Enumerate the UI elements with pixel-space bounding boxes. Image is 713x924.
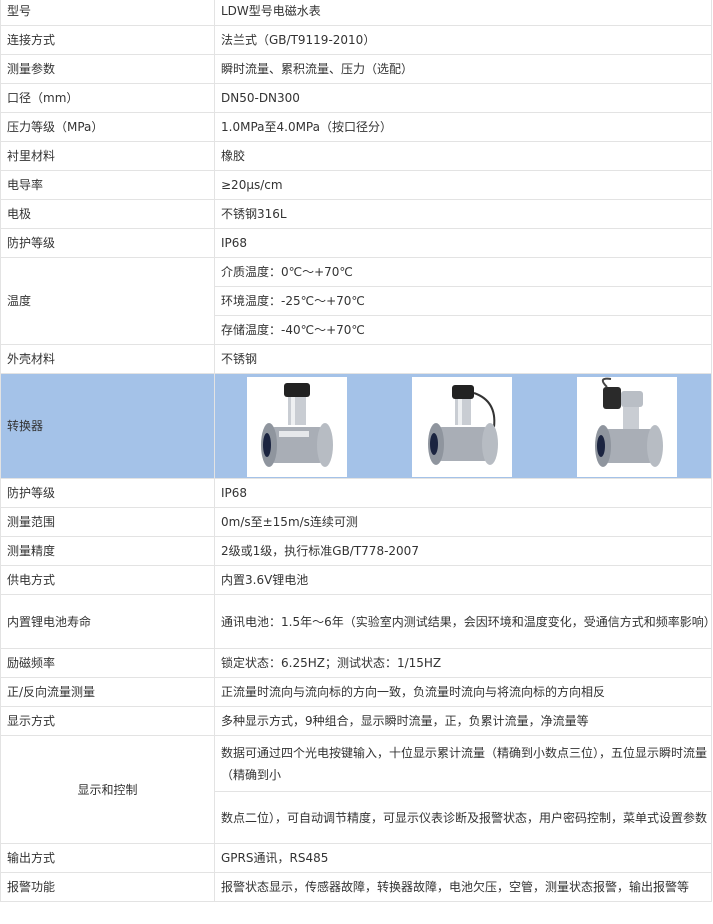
row-label: 测量参数 bbox=[0, 54, 215, 84]
row-label: 型号 bbox=[0, 0, 215, 26]
display-control-value-1: 数据可通过四个光电按键输入，十位显示累计流量（精确到小数点三位），五位显示瞬时流… bbox=[214, 735, 712, 792]
temperature-label: 温度 bbox=[0, 257, 215, 345]
spec-row: 励磁频率 锁定状态：6.25HZ；测试状态：1/15HZ bbox=[0, 648, 712, 678]
spec-row: 口径（mm） DN50-DN300 bbox=[0, 83, 712, 113]
row-value: LDW型号电磁水表 bbox=[214, 0, 712, 26]
row-label: 防护等级 bbox=[0, 228, 215, 258]
flowmeter-photo-3 bbox=[577, 377, 677, 477]
spec-row: 型号 LDW型号电磁水表 bbox=[0, 0, 712, 26]
row-value: ≥20μs/cm bbox=[214, 170, 712, 200]
temperature-row: 温度 介质温度：0℃～+70℃ bbox=[0, 257, 712, 345]
flowmeter-photo-2 bbox=[412, 377, 512, 477]
row-value: 锁定状态：6.25HZ；测试状态：1/15HZ bbox=[214, 648, 712, 678]
row-label: 输出方式 bbox=[0, 843, 215, 873]
row-label: 测量精度 bbox=[0, 536, 215, 566]
row-value: IP68 bbox=[214, 478, 712, 508]
row-label: 口径（mm） bbox=[0, 83, 215, 113]
spec-row: 正/反向流量测量 正流量时流向与流向标的方向一致，负流量时流向与将流向标的方向相反 bbox=[0, 677, 712, 707]
row-value: DN50-DN300 bbox=[214, 83, 712, 113]
row-label: 连接方式 bbox=[0, 25, 215, 55]
row-value: GPRS通讯，RS485 bbox=[214, 843, 712, 873]
row-value: 多种显示方式，9种组合，显示瞬时流量，正，负累计流量，净流量等 bbox=[214, 706, 712, 736]
row-label: 显示方式 bbox=[0, 706, 215, 736]
row-value: 瞬时流量、累积流量、压力（选配） bbox=[214, 54, 712, 84]
row-label: 防护等级 bbox=[0, 478, 215, 508]
row-value: 内置3.6V锂电池 bbox=[214, 565, 712, 595]
row-label: 电极 bbox=[0, 199, 215, 229]
spec-row: 输出方式 GPRS通讯，RS485 bbox=[0, 843, 712, 873]
row-value: 不锈钢 bbox=[214, 344, 712, 374]
spec-row: 外壳材料 不锈钢 bbox=[0, 344, 712, 374]
row-value: 1.0MPa至4.0MPa（按口径分） bbox=[214, 112, 712, 142]
battery-value: 通讯电池：1.5年～6年（实验室内测试结果，会因环境和温度变化，受通信方式和频率… bbox=[214, 594, 712, 649]
medium-temperature: 介质温度：0℃～+70℃ bbox=[214, 257, 712, 287]
row-label: 供电方式 bbox=[0, 565, 215, 595]
spec-row: 电极 不锈钢316L bbox=[0, 199, 712, 229]
spec-row: 显示方式 多种显示方式，9种组合，显示瞬时流量，正，负累计流量，净流量等 bbox=[0, 706, 712, 736]
spec-row: 测量参数 瞬时流量、累积流量、压力（选配） bbox=[0, 54, 712, 84]
row-label: 报警功能 bbox=[0, 872, 215, 902]
row-label: 测量范围 bbox=[0, 507, 215, 537]
converter-images bbox=[214, 373, 712, 479]
row-value: 报警状态显示，传感器故障，转换器故障，电池欠压，空管，测量状态报警，输出报警等 bbox=[214, 872, 712, 902]
spec-row: 防护等级 IP68 bbox=[0, 478, 712, 508]
row-label: 电导率 bbox=[0, 170, 215, 200]
row-value: 正流量时流向与流向标的方向一致，负流量时流向与将流向标的方向相反 bbox=[214, 677, 712, 707]
row-value: 不锈钢316L bbox=[214, 199, 712, 229]
spec-row: 测量精度 2级或1级，执行标准GB/T778-2007 bbox=[0, 536, 712, 566]
storage-temperature: 存储温度：-40℃～+70℃ bbox=[214, 315, 712, 345]
flowmeter-photo-1 bbox=[247, 377, 347, 477]
row-label: 正/反向流量测量 bbox=[0, 677, 215, 707]
row-label: 外壳材料 bbox=[0, 344, 215, 374]
spec-row: 压力等级（MPa） 1.0MPa至4.0MPa（按口径分） bbox=[0, 112, 712, 142]
display-control-value-2: 数点二位），可自动调节精度，可显示仪表诊断及报警状态，用户密码控制，菜单式设置参… bbox=[214, 791, 712, 844]
row-value: 0m/s至±15m/s连续可测 bbox=[214, 507, 712, 537]
converter-row: 转换器 bbox=[0, 373, 712, 479]
row-value: IP68 bbox=[214, 228, 712, 258]
display-control-label: 显示和控制 bbox=[0, 735, 215, 844]
converter-label: 转换器 bbox=[0, 373, 215, 479]
display-control-row: 显示和控制 数据可通过四个光电按键输入，十位显示累计流量（精确到小数点三位），五… bbox=[0, 735, 712, 844]
row-value: 2级或1级，执行标准GB/T778-2007 bbox=[214, 536, 712, 566]
row-value: 橡胶 bbox=[214, 141, 712, 171]
spec-row: 连接方式 法兰式（GB/T9119-2010） bbox=[0, 25, 712, 55]
row-value: 法兰式（GB/T9119-2010） bbox=[214, 25, 712, 55]
battery-row: 内置锂电池寿命 通讯电池：1.5年～6年（实验室内测试结果，会因环境和温度变化，… bbox=[0, 594, 712, 649]
row-label: 衬里材料 bbox=[0, 141, 215, 171]
spec-row: 报警功能 报警状态显示，传感器故障，转换器故障，电池欠压，空管，测量状态报警，输出… bbox=[0, 872, 712, 902]
spec-row: 供电方式 内置3.6V锂电池 bbox=[0, 565, 712, 595]
spec-row: 防护等级 IP68 bbox=[0, 228, 712, 258]
spec-row: 电导率 ≥20μs/cm bbox=[0, 170, 712, 200]
battery-label: 内置锂电池寿命 bbox=[0, 594, 215, 649]
spec-row: 衬里材料 橡胶 bbox=[0, 141, 712, 171]
spec-row: 测量范围 0m/s至±15m/s连续可测 bbox=[0, 507, 712, 537]
row-label: 励磁频率 bbox=[0, 648, 215, 678]
ambient-temperature: 环境温度：-25℃～+70℃ bbox=[214, 286, 712, 316]
spec-table: 型号 LDW型号电磁水表 连接方式 法兰式（GB/T9119-2010） 测量参数瞬… bbox=[0, 0, 712, 902]
row-label: 压力等级（MPa） bbox=[0, 112, 215, 142]
